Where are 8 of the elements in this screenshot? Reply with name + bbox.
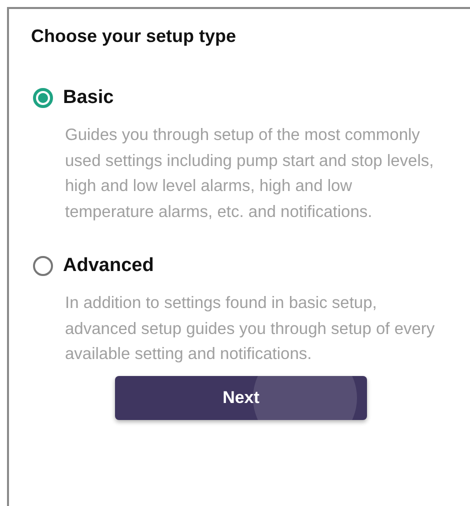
radio-button[interactable] bbox=[33, 88, 53, 108]
option-description: In addition to settings found in basic setup, advanced setup guides you through setup of every available setting and notifications. bbox=[65, 293, 436, 365]
radio-button[interactable] bbox=[33, 256, 53, 276]
option-label: Advanced bbox=[63, 255, 154, 277]
next-button[interactable]: Next bbox=[115, 376, 367, 420]
dialog-title: Choose your setup type bbox=[31, 26, 238, 47]
option-description: Guides you through setup of the most commonly used settings including pump start and stop levels, high and low level alarms, high and low temperature alarms, etc. and notifications. bbox=[65, 125, 435, 222]
option-label: Basic bbox=[63, 87, 114, 109]
